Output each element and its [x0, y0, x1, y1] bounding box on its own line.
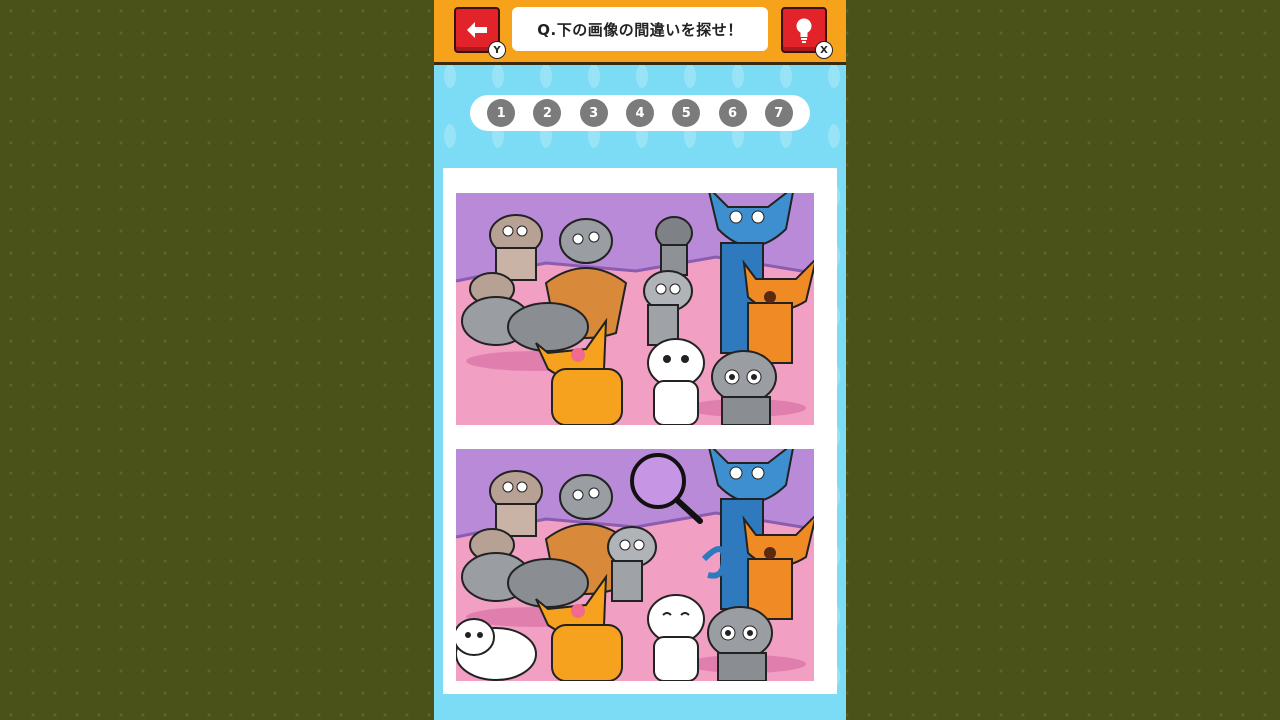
original-image[interactable]: [456, 193, 814, 425]
key-badge-y: Y: [488, 41, 506, 59]
progress-dot: 7: [764, 99, 793, 127]
game-panel: Y Q.下の画像の間違いを探せ！ X 1 2 3 4 5 6 7: [434, 0, 846, 720]
back-button[interactable]: Y: [454, 7, 506, 59]
lightbulb-icon: [796, 18, 812, 43]
progress-dot: 3: [579, 99, 608, 127]
question-text: Q.下の画像の間違いを探せ！: [512, 7, 768, 51]
modified-image[interactable]: [456, 449, 814, 681]
arrow-left-icon: [467, 22, 487, 38]
key-badge-x: X: [815, 41, 833, 59]
progress-dot: 2: [533, 99, 562, 127]
difference-progress: 1 2 3 4 5 6 7: [470, 95, 810, 131]
hint-button[interactable]: X: [781, 7, 833, 59]
header-bar: Y Q.下の画像の間違いを探せ！ X: [434, 0, 846, 65]
progress-dot: 6: [718, 99, 747, 127]
progress-dot: 1: [487, 99, 516, 127]
progress-dot: 5: [672, 99, 701, 127]
progress-dot: 4: [625, 99, 654, 127]
puzzle-card: [443, 168, 837, 694]
